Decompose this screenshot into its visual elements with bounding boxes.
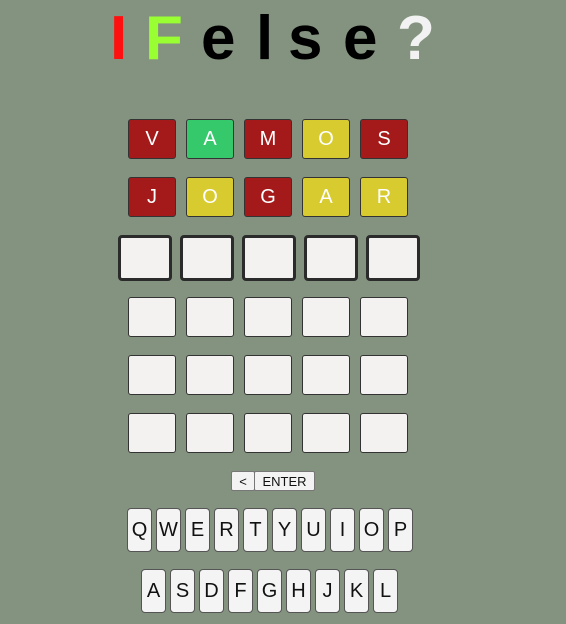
tile-r3-c1[interactable] xyxy=(118,235,172,281)
key-k[interactable]: K xyxy=(344,569,369,613)
tile-r6-c5 xyxy=(360,413,408,453)
title-letter-i: I xyxy=(110,4,128,73)
key-l[interactable]: L xyxy=(373,569,398,613)
title-letter-l: l xyxy=(256,4,274,73)
key-j[interactable]: J xyxy=(315,569,340,613)
tile-r5-c5 xyxy=(360,355,408,395)
tile-r5-c1 xyxy=(128,355,176,395)
key-s[interactable]: S xyxy=(170,569,195,613)
tile-r4-c3 xyxy=(244,297,292,337)
tile-r3-c3[interactable] xyxy=(242,235,296,281)
tile-r1-c3: M xyxy=(244,119,292,159)
key-o[interactable]: O xyxy=(359,508,384,552)
tile-r2-c5: R xyxy=(360,177,408,217)
tile-r6-c3 xyxy=(244,413,292,453)
tile-r2-c3: G xyxy=(244,177,292,217)
tile-r1-c4: O xyxy=(302,119,350,159)
tile-r2-c1: J xyxy=(128,177,176,217)
tile-r1-c2: A xyxy=(186,119,234,159)
key-a[interactable]: A xyxy=(141,569,166,613)
key-i[interactable]: I xyxy=(330,508,355,552)
tile-r2-c4: A xyxy=(302,177,350,217)
key-u[interactable]: U xyxy=(301,508,326,552)
backspace-button[interactable]: < xyxy=(231,471,255,491)
tile-r4-c1 xyxy=(128,297,176,337)
title-letter-s: s xyxy=(288,4,323,73)
key-t[interactable]: T xyxy=(243,508,268,552)
key-r[interactable]: R xyxy=(214,508,239,552)
title-letter-e-1: e xyxy=(201,4,236,73)
tile-r3-c5[interactable] xyxy=(366,235,420,281)
tile-r5-c4 xyxy=(302,355,350,395)
tile-r1-c5: S xyxy=(360,119,408,159)
tile-r4-c4 xyxy=(302,297,350,337)
tile-r6-c2 xyxy=(186,413,234,453)
key-y[interactable]: Y xyxy=(272,508,297,552)
key-f[interactable]: F xyxy=(228,569,253,613)
key-w[interactable]: W xyxy=(156,508,181,552)
key-e[interactable]: E xyxy=(185,508,210,552)
tile-r4-c2 xyxy=(186,297,234,337)
title-letter-question: ? xyxy=(397,4,435,73)
tile-r6-c4 xyxy=(302,413,350,453)
tile-r3-c2[interactable] xyxy=(180,235,234,281)
tile-r6-c1 xyxy=(128,413,176,453)
enter-button[interactable]: ENTER xyxy=(254,471,315,491)
key-g[interactable]: G xyxy=(257,569,282,613)
key-q[interactable]: Q xyxy=(127,508,152,552)
tile-r1-c1: V xyxy=(128,119,176,159)
key-p[interactable]: P xyxy=(388,508,413,552)
tile-r2-c2: O xyxy=(186,177,234,217)
key-h[interactable]: H xyxy=(286,569,311,613)
tile-r3-c4[interactable] xyxy=(304,235,358,281)
title-letter-f: F xyxy=(145,4,183,73)
tile-r5-c3 xyxy=(244,355,292,395)
title-letter-e-2: e xyxy=(343,4,378,73)
tile-r4-c5 xyxy=(360,297,408,337)
game-title: I F e l s e ? xyxy=(0,0,566,80)
key-d[interactable]: D xyxy=(199,569,224,613)
tile-r5-c2 xyxy=(186,355,234,395)
